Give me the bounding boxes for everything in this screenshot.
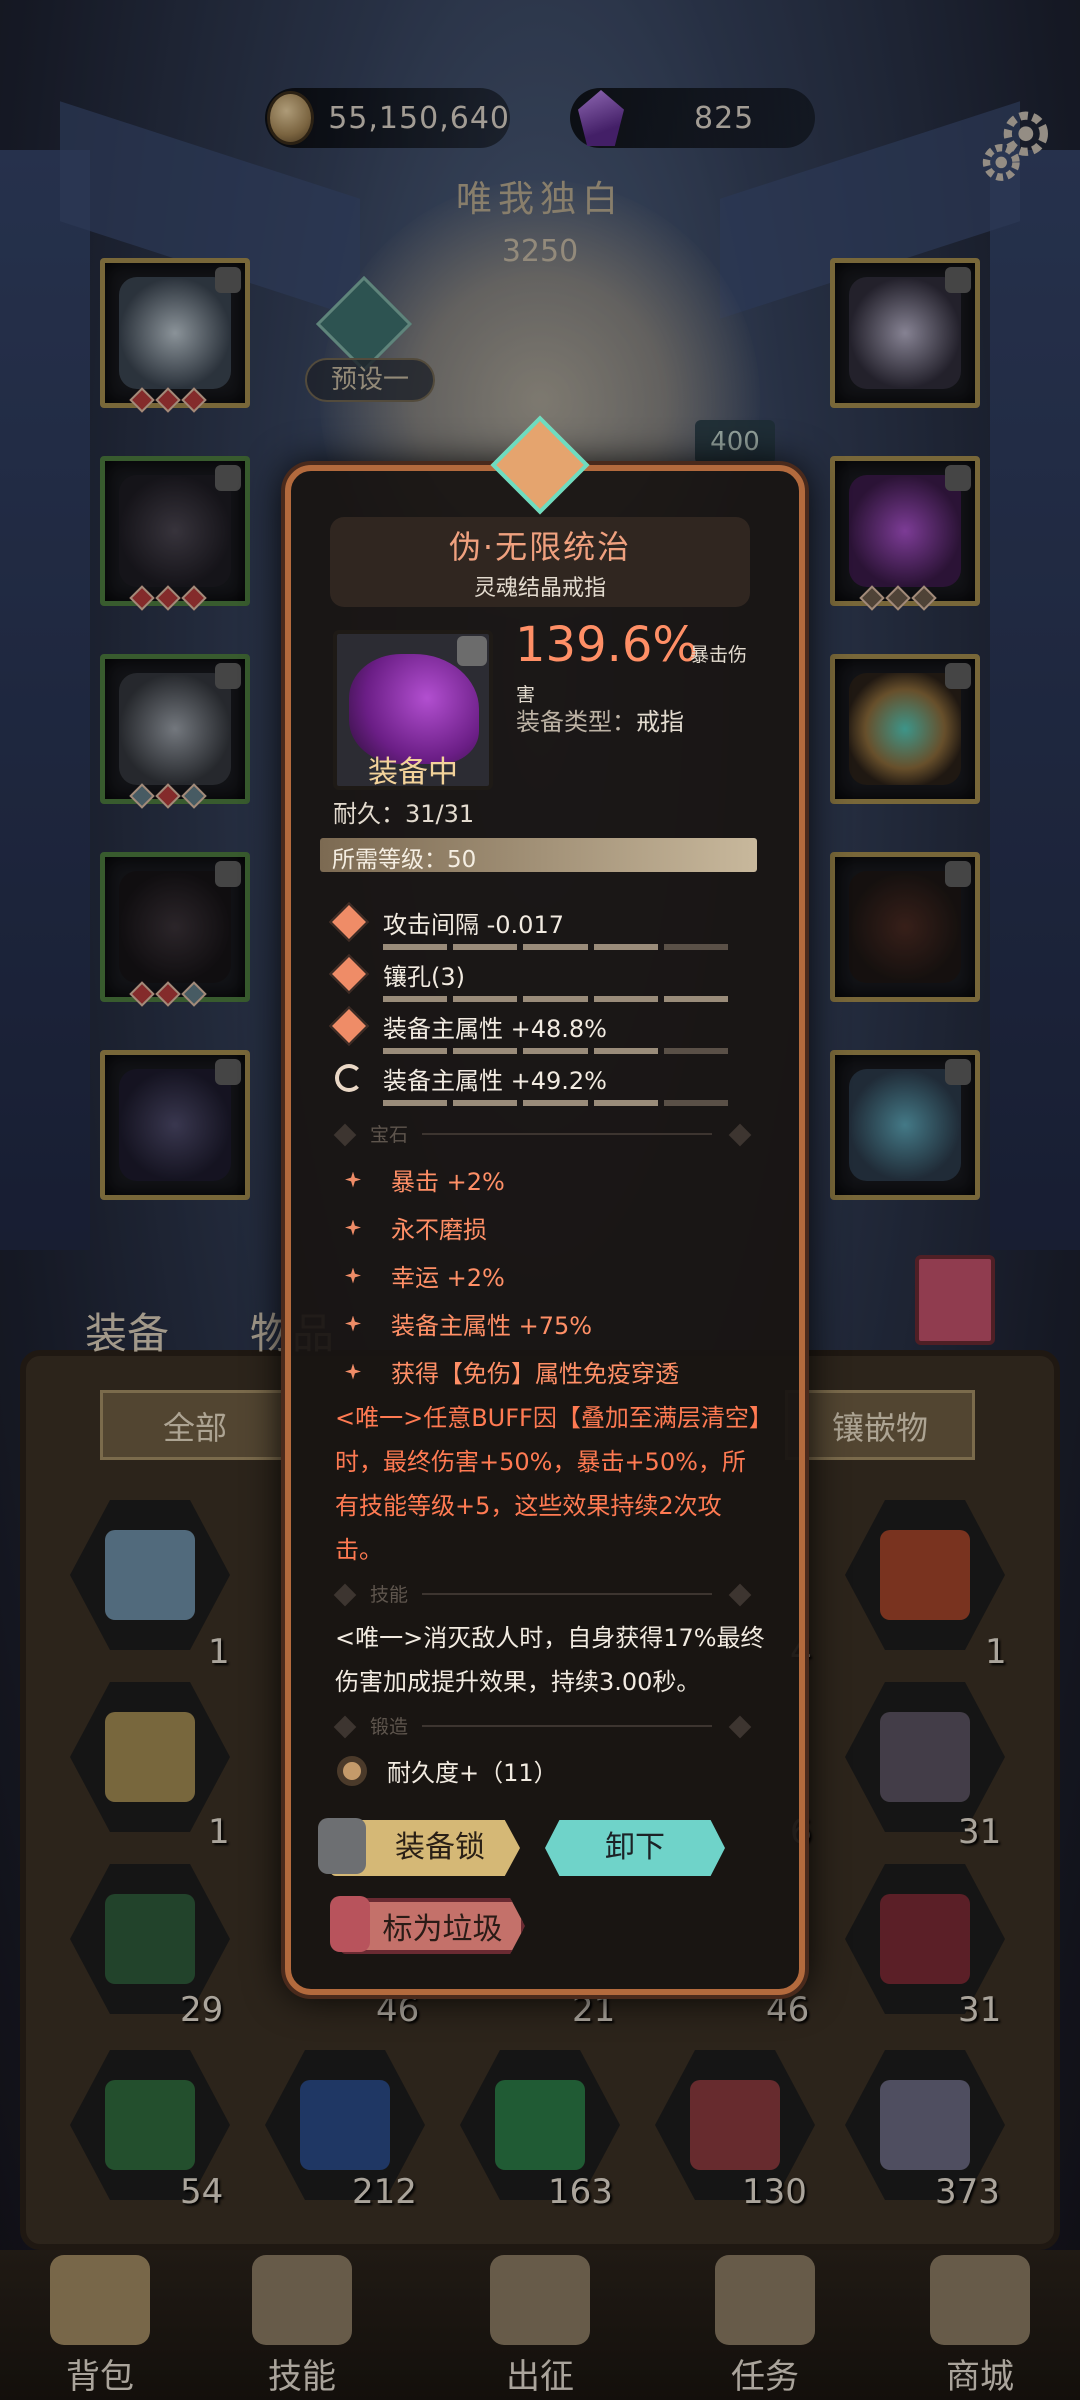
item-subtitle: 灵魂结晶戒指 xyxy=(473,576,606,601)
equipped-status: 装备中 xyxy=(368,755,458,790)
gem-bonus-text: 暴击 +2% xyxy=(391,1168,505,1196)
attribute-text: 攻击间隔 -0.017 xyxy=(383,910,564,939)
attribute-bar xyxy=(383,1100,729,1106)
attribute-row: 镶孔(3) xyxy=(329,954,465,994)
section-header-skill: 技能 xyxy=(333,1580,752,1608)
gem-bonus: 永不磨损 xyxy=(345,1210,487,1245)
unique-effect-1: <唯一>任意BUFF因【叠加至满层清空】时，最终伤害+50%，暴击+50%，所有… xyxy=(335,1404,761,1564)
gem-bonus: 幸运 +2% xyxy=(345,1258,505,1293)
gem-bonus-text: 幸运 +2% xyxy=(391,1264,505,1292)
attribute-row: 攻击间隔 -0.017 xyxy=(329,902,564,942)
main-stat-value: 139.6% xyxy=(515,617,699,673)
attribute-text: 镶孔(3) xyxy=(383,962,465,991)
forge-text: 耐久度+（11） xyxy=(387,1759,558,1787)
diamond-icon xyxy=(329,954,369,994)
durability: 耐久：31/31 xyxy=(333,800,475,828)
star-icon xyxy=(345,1267,361,1284)
section-title: 技能 xyxy=(370,1584,409,1606)
attribute-bar xyxy=(383,1048,729,1054)
attribute-row: 装备主属性 +48.8% xyxy=(329,1006,607,1046)
unique-effect-2: <唯一>消灭敌人时，自身获得17%最终伤害加成提升效果，持续3.00秒。 xyxy=(335,1624,765,1696)
gem-bonus: 暴击 +2% xyxy=(345,1162,505,1197)
required-level: 所需等级：50 xyxy=(332,847,477,873)
equip-type-value: 戒指 xyxy=(636,708,684,736)
star-icon xyxy=(345,1219,361,1236)
gem-bonus: 装备主属性 +75% xyxy=(345,1306,592,1341)
equip-type-label: 装备类型： xyxy=(516,708,636,736)
gem-bonus: 获得【免伤】属性免疫穿透 xyxy=(345,1354,679,1389)
diamond-icon xyxy=(329,902,369,942)
star-icon xyxy=(345,1363,361,1380)
attribute-text: 装备主属性 +49.2% xyxy=(383,1066,607,1095)
section-title: 宝石 xyxy=(370,1124,409,1146)
padlock-icon xyxy=(318,1818,366,1874)
section-title: 锻造 xyxy=(370,1716,409,1738)
forge-orb-icon xyxy=(337,1755,367,1786)
equip-type: 装备类型：戒指 xyxy=(516,702,684,737)
diamond-icon xyxy=(329,1006,369,1046)
refresh-icon xyxy=(335,1064,363,1092)
attribute-row: 装备主属性 +49.2% xyxy=(335,1058,607,1098)
gem-bonus-text: 装备主属性 +75% xyxy=(391,1312,593,1340)
star-icon xyxy=(345,1171,361,1188)
star-icon xyxy=(345,1315,361,1332)
gem-bonus-text: 永不磨损 xyxy=(391,1216,487,1244)
gem-bonus-text: 获得【免伤】属性免疫穿透 xyxy=(391,1360,679,1388)
attribute-bar xyxy=(383,996,729,1002)
attribute-bar xyxy=(383,944,729,950)
unequip-button[interactable]: 卸下 xyxy=(545,1820,725,1876)
item-name: 伪·无限统治 xyxy=(448,528,632,566)
forge-bonus: 耐久度+（11） xyxy=(337,1753,558,1788)
attribute-text: 装备主属性 +48.8% xyxy=(383,1014,607,1043)
section-header-forge: 锻造 xyxy=(333,1712,752,1740)
main-stat-label: 暴击伤 xyxy=(690,644,748,666)
lock-icon xyxy=(457,636,487,666)
section-header-gem: 宝石 xyxy=(333,1120,752,1148)
junk-trash-icon xyxy=(330,1896,370,1952)
